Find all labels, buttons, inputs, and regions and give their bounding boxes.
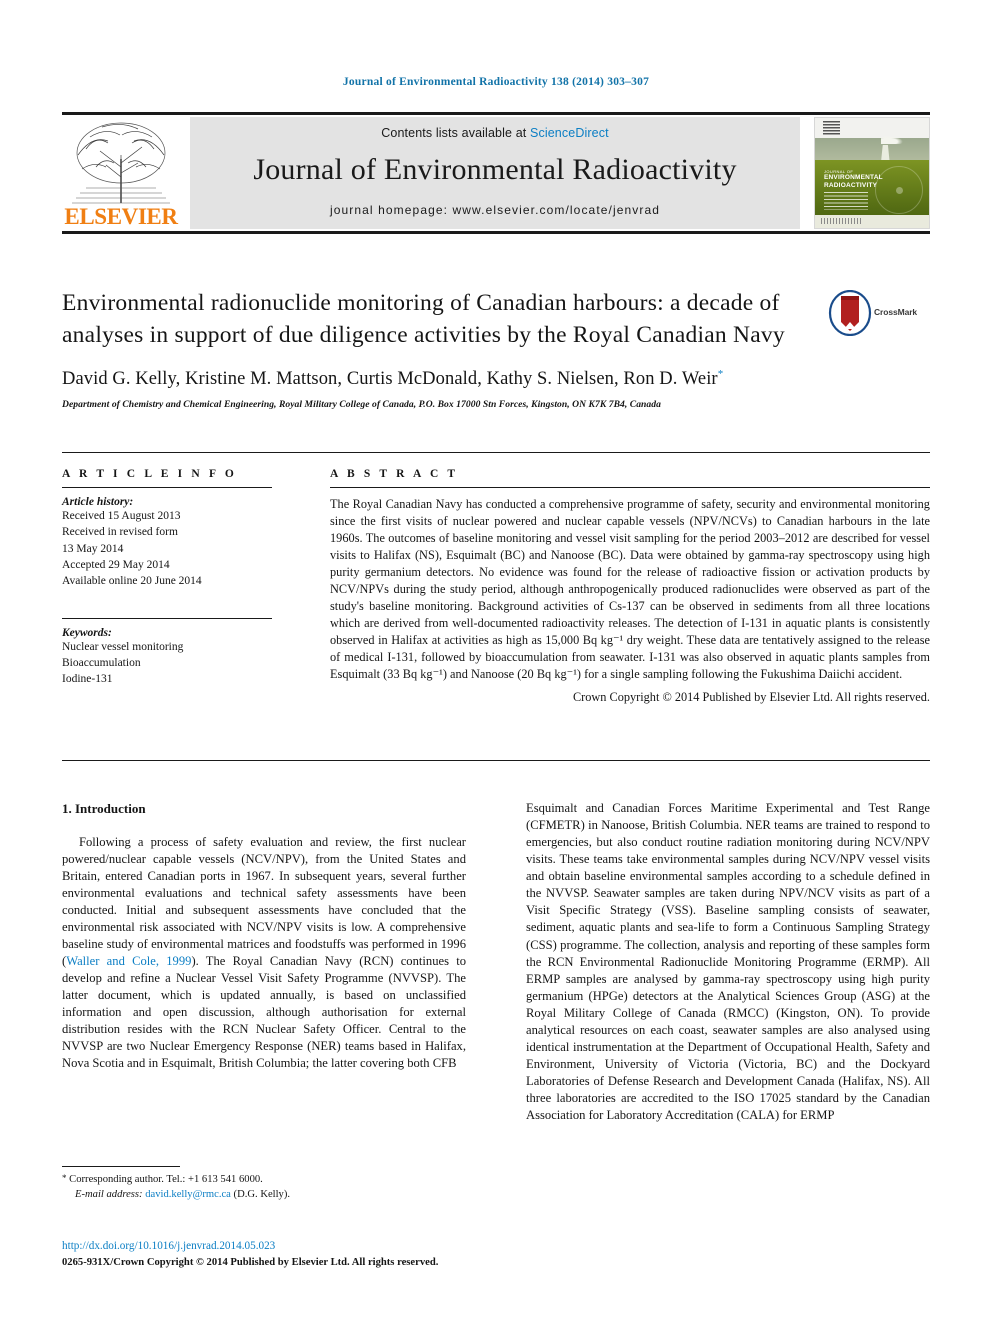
section-heading-introduction: 1. Introduction — [62, 801, 146, 816]
cover-header-strip — [815, 118, 929, 138]
body-column-left: 1. Introduction Following a process of s… — [62, 800, 466, 1072]
footnote-star-marker: * — [62, 1173, 67, 1183]
masthead-rule-bottom — [62, 231, 930, 234]
abstract-panel-bottom-rule — [62, 760, 930, 761]
history-accepted: Accepted 29 May 2014 — [62, 558, 170, 571]
running-head: Journal of Environmental Radioactivity 1… — [342, 76, 650, 88]
abstract-copyright: Crown Copyright © 2014 Published by Else… — [572, 690, 930, 705]
footnote-email-line: E-mail address: david.kelly@rmc.ca (D.G.… — [62, 1187, 466, 1202]
crossmark-icon[interactable] — [828, 290, 872, 336]
email-address-owner: (D.G. Kelly). — [233, 1189, 291, 1201]
journal-title: Journal of Environmental Radioactivity — [253, 153, 737, 186]
abstract-heading: A B S T R A C T — [330, 468, 459, 480]
history-received: Received 15 August 2013 — [62, 510, 181, 522]
doi-link[interactable]: http://dx.doi.org/10.1016/j.jenvrad.2014… — [62, 1238, 532, 1255]
article-first-page: Journal of Environmental Radioactivity 1… — [0, 0, 992, 1323]
keyword-item: Bioaccumulation — [62, 656, 141, 669]
intro-paragraph-right: Esquimalt and Canadian Forces Maritime E… — [526, 801, 930, 1123]
journal-masthead: ELSEVIER Contents lists available at Sci… — [62, 112, 930, 234]
cover-bottom-bar — [815, 215, 929, 228]
intro-paragraph-left: Following a process of safety evaluation… — [62, 834, 466, 1073]
citation-link[interactable]: Waller and Cole, 1999 — [66, 954, 191, 968]
footnote-corresponding-text: Corresponding author. Tel.: +1 613 541 6… — [69, 1174, 263, 1185]
issn-copyright-line: 0265-931X/Crown Copyright © 2014 Publish… — [62, 1256, 439, 1268]
contents-available-line: Contents lists available at ScienceDirec… — [190, 126, 800, 140]
article-info-rule — [62, 487, 272, 488]
email-address-label: E-mail address: — [75, 1189, 143, 1201]
author-affiliation: Department of Chemistry and Chemical Eng… — [62, 399, 661, 411]
history-revised: Received in revised form — [62, 526, 178, 539]
author-names: David G. Kelly, Kristine M. Mattson, Cur… — [62, 369, 718, 390]
doi-and-issn-block: http://dx.doi.org/10.1016/j.jenvrad.2014… — [62, 1238, 532, 1271]
author-list: David G. Kelly, Kristine M. Mattson, Cur… — [62, 368, 802, 390]
article-info-panel: A R T I C L E I N F O Article history: R… — [62, 468, 272, 688]
article-info-heading: A R T I C L E I N F O — [62, 468, 237, 480]
elsevier-logo: ELSEVIER — [62, 117, 180, 229]
intro-text-part2: ). The Royal Canadian Navy (RCN) continu… — [62, 954, 467, 1071]
masthead-band: Contents lists available at ScienceDirec… — [190, 117, 800, 229]
abstract-panel-top-rule — [62, 452, 930, 453]
title-block: Environmental radionuclide monitoring of… — [62, 288, 802, 410]
keyword-item: Iodine-131 — [62, 673, 113, 686]
page-title: Environmental radionuclide monitoring of… — [62, 290, 785, 348]
history-revised-date: 13 May 2014 — [62, 542, 124, 555]
footnote-separator-rule — [62, 1166, 180, 1167]
abstract-text: The Royal Canadian Navy has conducted a … — [330, 497, 930, 682]
history-available-online: Available online 20 June 2014 — [62, 575, 202, 588]
journal-homepage-link[interactable]: journal homepage: www.elsevier.com/locat… — [190, 203, 800, 217]
corresponding-author-marker: * — [717, 367, 724, 380]
keywords-rule — [62, 617, 272, 619]
sciencedirect-link[interactable]: ScienceDirect — [530, 126, 609, 140]
abstract-rule — [330, 487, 930, 488]
intro-text-part1: Following a process of safety evaluation… — [62, 834, 466, 969]
cover-steam — [881, 135, 904, 145]
cover-footer-text-lines — [824, 192, 868, 210]
abstract-panel: A B S T R A C T The Royal Canadian Navy … — [330, 468, 930, 705]
cover-title-main: ENVIRONMENTAL RADIOACTIVITY — [824, 174, 883, 189]
masthead-rule-top — [62, 112, 930, 115]
email-address-link[interactable]: david.kelly@rmc.ca — [145, 1189, 231, 1200]
footnote-block: * Corresponding author. Tel.: +1 613 541… — [62, 1172, 466, 1203]
journal-cover-thumbnail: JOURNAL OF ENVIRONMENTAL RADIOACTIVITY — [814, 117, 930, 229]
body-column-right: Esquimalt and Canadian Forces Maritime E… — [526, 800, 930, 1124]
article-history-label: Article history: — [62, 496, 134, 508]
contents-prefix: Contents lists available at — [381, 126, 527, 140]
cover-barcode-mark — [823, 121, 840, 135]
crossmark-badge[interactable]: CrossMark — [828, 290, 918, 338]
radiation-symbol-icon — [875, 166, 923, 214]
keyword-item: Nuclear vessel monitoring — [62, 640, 184, 653]
crossmark-label: CrossMark — [874, 307, 918, 317]
elsevier-wordmark: ELSEVIER — [64, 204, 178, 229]
elsevier-tree-icon — [72, 122, 170, 204]
keywords-label: Keywords: — [62, 626, 112, 639]
footnote-corresponding-author: * Corresponding author. Tel.: +1 613 541… — [62, 1172, 466, 1187]
